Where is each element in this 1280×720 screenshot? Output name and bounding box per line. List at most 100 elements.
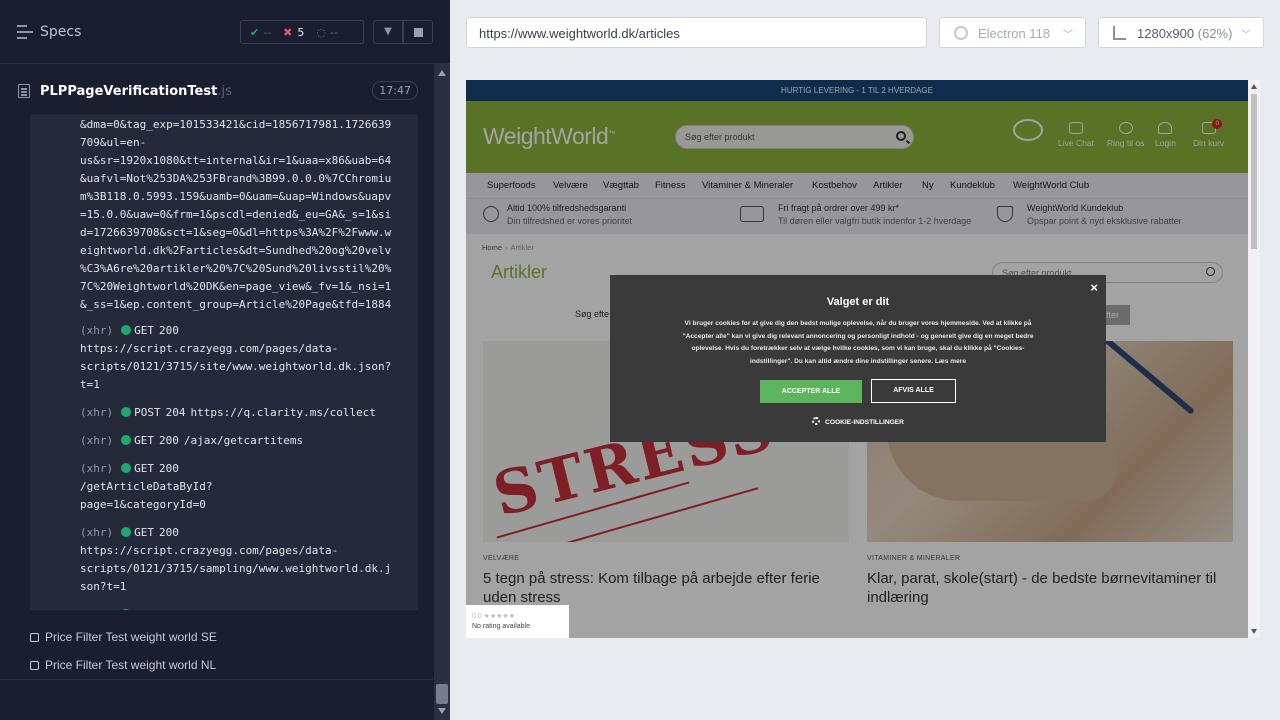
status-dot-icon (121, 325, 132, 335)
http-status: 200 (159, 462, 179, 475)
request-url: t=1 (80, 378, 100, 391)
stop-button[interactable] (403, 20, 433, 44)
checkbox-icon (30, 633, 39, 642)
runner-scrollbar[interactable] (434, 64, 450, 720)
log-url-line: d=1726639708&sct=1&seg=0&dl=https%3A%2F%… (80, 226, 392, 239)
scroll-down-icon[interactable] (1251, 629, 1257, 634)
http-status: 204 (165, 406, 186, 419)
log-url-line: 7C%20Weightworld%20DK&en=page_view&_fv=1… (80, 280, 392, 293)
browser-label: Electron 118 (978, 26, 1051, 41)
xhr-tag: (xhr) (80, 324, 114, 337)
rating-text: No rating available (472, 623, 530, 630)
test-item[interactable]: Price Filter Test weight world NL (30, 658, 216, 672)
cypress-runner-panel: Specs ✔ -- ✖ 5 ◌ -- ▼ PLPPageVerificatio… (0, 0, 450, 720)
scroll-thumb[interactable] (436, 684, 448, 704)
checkbox-icon (30, 661, 39, 670)
failed-count: 5 (297, 25, 305, 39)
request-url: scripts/0121/3715/sampling/www.weightwor… (80, 562, 392, 575)
stop-icon (414, 28, 423, 37)
http-method: GET (134, 324, 154, 337)
http-method: GET (134, 434, 154, 447)
request-url: scripts/0121/3715/site/www.weightworld.d… (80, 360, 392, 373)
request-url: https://script.crazyegg.com/pages/data- (80, 544, 339, 557)
pending-count: -- (330, 25, 338, 39)
rating-widget[interactable]: 0.0 ★★★★★ No rating available (466, 605, 569, 638)
test-title: Price Filter Test weight world NL (45, 658, 217, 672)
cookie-settings-label: COOKIE-INDSTILLINGER (825, 419, 904, 426)
xhr-log-entry[interactable]: (xhr) GET 200/ajax/getcartitems (80, 432, 414, 450)
http-method: POST (134, 406, 161, 419)
xhr-log-entry[interactable]: (xhr) GET 200 (80, 460, 414, 478)
xhr-tag: (xhr) (80, 526, 114, 539)
http-method: POST (134, 608, 161, 610)
request-url: /getArticleDataById? (80, 480, 213, 493)
http-method: GET (134, 526, 154, 539)
request-url: son?t=1 (80, 580, 127, 593)
divider (0, 679, 433, 680)
scroll-up-icon[interactable] (438, 70, 446, 76)
specs-label[interactable]: Specs (40, 24, 81, 40)
specs-menu-icon[interactable] (17, 25, 33, 39)
gear-icon (812, 417, 821, 425)
request-url: https://q.clarity.ms/collect (191, 608, 376, 610)
browser-selector[interactable]: Electron 118 ﹀ (939, 17, 1086, 48)
request-url: https://q.clarity.ms/collect (190, 406, 376, 419)
xhr-tag: (xhr) (80, 406, 114, 419)
test-item[interactable]: Price Filter Test weight world SE (30, 630, 217, 644)
xhr-log-entry[interactable]: (xhr) POST 204 https://q.clarity.ms/collect (80, 404, 414, 422)
rating-stars: 0.0 ★★★★★ (472, 613, 516, 620)
spec-duration: 17:47 (372, 81, 418, 100)
x-icon: ✖ (283, 25, 293, 39)
spec-file-row[interactable]: PLPPageVerificationTest.js 17:47 (16, 78, 418, 106)
log-url-line: us&sr=1920x1080&tt=internal&ir=1&uaa=x86… (80, 154, 392, 167)
log-url-line: eightworld.dk%2Farticles&dt=Sundhed%20og… (80, 244, 392, 257)
log-url-line: 709&ul=en- (80, 136, 147, 149)
spinner-icon: ◌ (316, 25, 326, 39)
chevron-down-icon[interactable]: ▼ (373, 20, 403, 44)
ruler-icon (1113, 26, 1126, 40)
cookie-settings-button[interactable]: COOKIE-INDSTILLINGER (610, 417, 1106, 426)
url-bar[interactable]: https://www.weightworld.dk/articles (466, 17, 927, 48)
viewport-size: 1280x900 (1137, 26, 1195, 41)
scroll-up-icon[interactable] (1251, 84, 1257, 89)
http-status: 204 (166, 608, 186, 610)
accept-all-button[interactable]: ACCEPTER ALLE (760, 380, 862, 403)
status-dot-icon (121, 609, 132, 610)
log-url-line: &uafvl=Not%253DA%253FBrand%3B99.0.0.0%7C… (80, 172, 392, 185)
request-url: page=1&categoryId=0 (80, 498, 206, 511)
xhr-tag: (xhr) (80, 462, 114, 475)
request-url: https://script.crazyegg.com/pages/data- (80, 342, 339, 355)
runner-header: Specs ✔ -- ✖ 5 ◌ -- ▼ (0, 0, 450, 64)
test-stats: ✔ -- ✖ 5 ◌ -- (240, 20, 364, 44)
log-url-line: &dma=0&tag_exp=101533421&cid=1856717981.… (80, 118, 392, 131)
http-status: 200 (159, 324, 179, 337)
xhr-log-entry[interactable]: (xhr) GET 200 (80, 322, 414, 340)
log-url-line: =15.0.0&uaw=0&frm=1&pscdl=denied&_eu=GA&… (80, 208, 392, 221)
request-url: /ajax/getcartitems (183, 434, 304, 447)
xhr-log-entry[interactable]: (xhr) GET 200 (80, 524, 414, 542)
passed-count: -- (263, 25, 272, 39)
status-dot-icon (121, 463, 132, 473)
http-status: 200 (159, 434, 179, 447)
scroll-down-icon[interactable] (438, 708, 446, 714)
cookie-title: Valget er dit (826, 296, 890, 308)
reject-all-button[interactable]: AFVIS ALLE (871, 379, 956, 403)
spec-file-name: PLPPageVerificationTest.js (40, 84, 232, 99)
viewport-selector[interactable]: 1280x900 (62%) ﹀ (1098, 17, 1264, 48)
status-dot-icon (121, 407, 132, 417)
file-icon (18, 84, 30, 98)
xhr-tag: (xhr) (80, 434, 114, 447)
scroll-thumb[interactable] (1251, 94, 1257, 249)
test-title: Price Filter Test weight world SE (45, 630, 217, 644)
chevron-down-icon: ﹀ (1241, 30, 1251, 41)
frame-scrollbar[interactable] (1248, 80, 1260, 638)
electron-icon (954, 26, 968, 40)
xhr-log-entry[interactable]: (xhr) POST 204 https://q.clarity.ms/collect (80, 606, 414, 610)
log-url-line: m%3B118.0.5993.159&uamb=0&uam=&uap=Windo… (80, 190, 392, 203)
close-icon[interactable]: × (1090, 280, 1098, 295)
log-url-line: &_ss=1&ep.content_group=Article%20Page&t… (80, 298, 392, 311)
zoom-level: (62%) (1197, 26, 1233, 41)
xhr-tag: (xhr) (80, 608, 113, 610)
app-preview-frame: HURTIG LEVERING - 1 TIL 2 HVERDAGE Weigh… (466, 80, 1260, 638)
cookie-consent-modal: × Valget er dit Vi bruger cookies for at… (610, 275, 1106, 442)
